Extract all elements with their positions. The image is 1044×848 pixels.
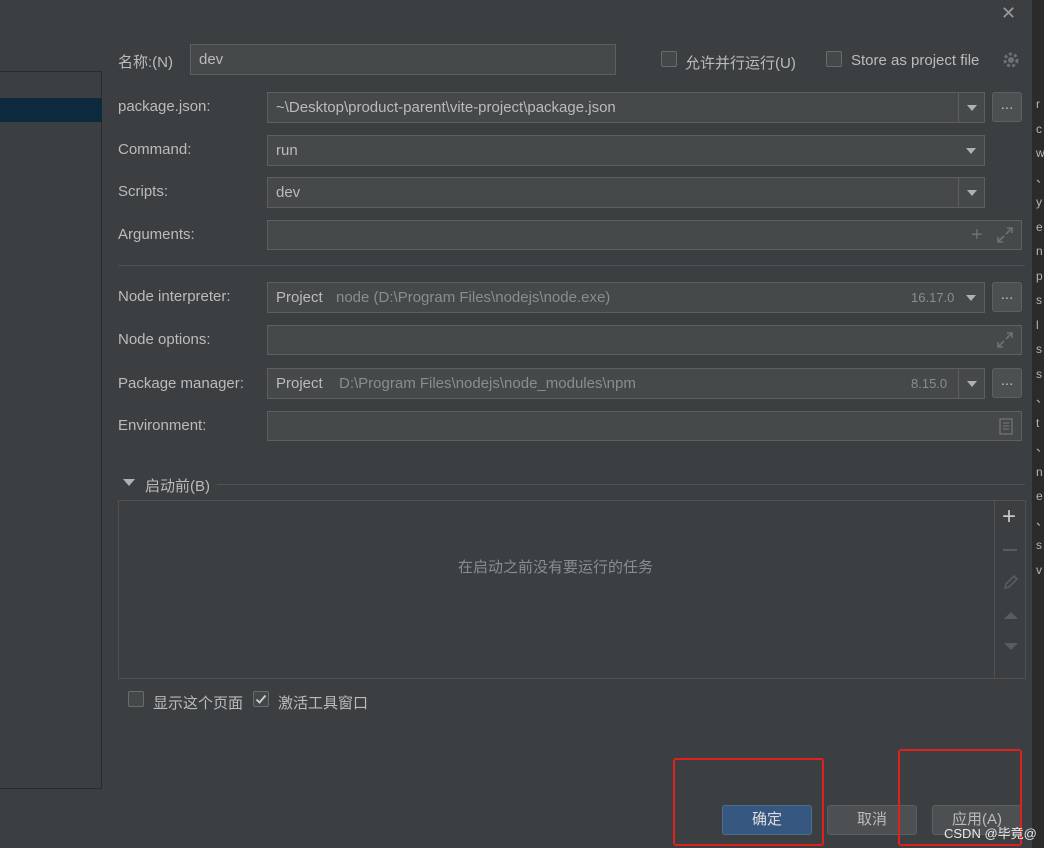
- node-interpreter-dropdown-button[interactable]: [958, 283, 984, 312]
- right-edge-letter: 、: [1036, 166, 1044, 191]
- right-edge-text: rcw、yenpslss、t、ne、sv: [1036, 92, 1044, 582]
- node-interpreter-prefix: Project: [276, 289, 323, 306]
- package-json-combobox[interactable]: ~\Desktop\product-parent\vite-project\pa…: [267, 92, 985, 123]
- package-manager-prefix: Project: [276, 375, 323, 392]
- arguments-input[interactable]: +: [267, 220, 1022, 250]
- right-edge-letter: v: [1036, 562, 1042, 577]
- before-launch-header[interactable]: 启动前(B): [145, 475, 210, 496]
- activate-window-label: 激活工具窗口: [278, 695, 369, 712]
- node-interpreter-version: 16.17.0: [911, 290, 955, 305]
- show-page-checkbox[interactable]: [128, 691, 144, 707]
- left-tree-selected-row[interactable]: [0, 98, 102, 122]
- chevron-down-icon: [967, 381, 977, 387]
- checkmark-icon: [255, 694, 267, 704]
- add-task-icon[interactable]: +: [1002, 503, 1016, 531]
- right-edge-letter: l: [1036, 317, 1039, 332]
- collapse-triangle-icon[interactable]: [123, 479, 135, 486]
- right-edge-letter: p: [1036, 268, 1043, 283]
- remove-task-icon[interactable]: [1003, 549, 1017, 551]
- package-manager-version: 8.15.0: [911, 376, 948, 391]
- left-tree-panel: [0, 71, 102, 789]
- store-project-label: Store as project file: [851, 52, 980, 69]
- right-edge-letter: 、: [1036, 509, 1044, 534]
- environment-input[interactable]: [267, 411, 1022, 441]
- package-json-browse-button[interactable]: ...: [992, 92, 1022, 122]
- right-edge-letter: y: [1036, 195, 1042, 209]
- name-input-value: dev: [199, 51, 224, 68]
- right-edge-letter: r: [1036, 97, 1040, 111]
- right-edge-letter: e: [1036, 489, 1043, 503]
- task-toolbar: +: [994, 501, 1026, 678]
- node-interpreter-combobox[interactable]: Project node (D:\Program Files\nodejs\no…: [267, 282, 985, 313]
- chevron-down-icon: [967, 190, 977, 196]
- allow-parallel-checkbox[interactable]: [661, 51, 677, 67]
- package-manager-label-text: Package manager:: [118, 375, 244, 392]
- right-edge-letter: 、: [1036, 435, 1044, 460]
- ok-highlight-box: [673, 758, 824, 846]
- chevron-down-icon: [966, 148, 976, 154]
- package-manager-path: D:\Program Files\nodejs\node_modules\npm: [339, 375, 636, 392]
- right-edge-letter: w: [1036, 146, 1044, 160]
- node-options-input[interactable]: [267, 325, 1022, 355]
- separator: [118, 265, 1025, 266]
- allow-parallel-label: 允许并行运行(U): [685, 55, 796, 72]
- before-launch-empty-text: 在启动之前没有要运行的任务: [458, 559, 654, 576]
- node-options-label: Node options:: [118, 331, 211, 348]
- right-edge-letter: c: [1036, 121, 1042, 136]
- right-edge-letter: e: [1036, 219, 1043, 234]
- move-down-icon[interactable]: [1004, 643, 1018, 650]
- chevron-down-icon: [966, 295, 976, 301]
- add-icon[interactable]: +: [971, 224, 983, 247]
- edit-task-icon[interactable]: [1001, 572, 1021, 592]
- command-value: run: [276, 142, 298, 159]
- right-edge-letter: t: [1036, 415, 1040, 430]
- package-manager-label: Package manager:: [118, 375, 244, 392]
- activate-window-checkbox[interactable]: [253, 691, 269, 707]
- gear-icon[interactable]: [1001, 50, 1021, 70]
- before-launch-divider: [217, 484, 1025, 485]
- right-edge-letter: s: [1036, 366, 1042, 381]
- package-manager-browse-button[interactable]: ...: [992, 368, 1022, 398]
- package-json-dropdown-button[interactable]: [958, 93, 984, 122]
- right-edge-letter: n: [1036, 464, 1043, 479]
- node-interpreter-browse-button[interactable]: ...: [992, 282, 1022, 312]
- package-manager-dropdown-button[interactable]: [958, 369, 984, 398]
- move-up-icon[interactable]: [1004, 612, 1018, 619]
- node-interpreter-label: Node interpreter:: [118, 288, 231, 305]
- close-icon[interactable]: ✕: [1001, 3, 1016, 24]
- arguments-label: Arguments:: [118, 226, 195, 243]
- watermark: CSDN @毕竟@: [944, 826, 1037, 841]
- name-input[interactable]: dev: [190, 44, 616, 75]
- right-edge-letter: s: [1036, 538, 1042, 552]
- package-manager-combobox[interactable]: Project D:\Program Files\nodejs\node_mod…: [267, 368, 985, 399]
- package-json-label: package.json:: [118, 98, 211, 115]
- node-interpreter-path: node (D:\Program Files\nodejs\node.exe): [336, 289, 611, 306]
- package-json-value: ~\Desktop\product-parent\vite-project\pa…: [276, 99, 616, 116]
- command-label: Command:: [118, 141, 192, 158]
- right-edge-letter: n: [1036, 244, 1043, 258]
- document-icon[interactable]: [999, 418, 1013, 435]
- show-page-label: 显示这个页面: [153, 695, 244, 712]
- name-label: 名称:(N): [118, 54, 173, 71]
- scripts-label: Scripts:: [118, 183, 169, 200]
- right-edge-letter: s: [1036, 293, 1042, 307]
- scripts-value: dev: [276, 184, 301, 201]
- command-dropdown-button[interactable]: [958, 136, 984, 165]
- scripts-combobox[interactable]: dev: [267, 177, 985, 208]
- chevron-down-icon: [967, 105, 977, 111]
- right-edge-letter: s: [1036, 342, 1042, 356]
- expand-icon[interactable]: [995, 330, 1015, 350]
- environment-label: Environment:: [118, 417, 207, 434]
- expand-icon[interactable]: [995, 225, 1015, 245]
- store-project-checkbox[interactable]: [826, 51, 842, 67]
- right-edge-letter: 、: [1036, 386, 1044, 411]
- command-combobox[interactable]: run: [267, 135, 985, 166]
- before-launch-task-list[interactable]: 在启动之前没有要运行的任务 +: [118, 500, 1026, 679]
- scripts-dropdown-button[interactable]: [958, 178, 984, 207]
